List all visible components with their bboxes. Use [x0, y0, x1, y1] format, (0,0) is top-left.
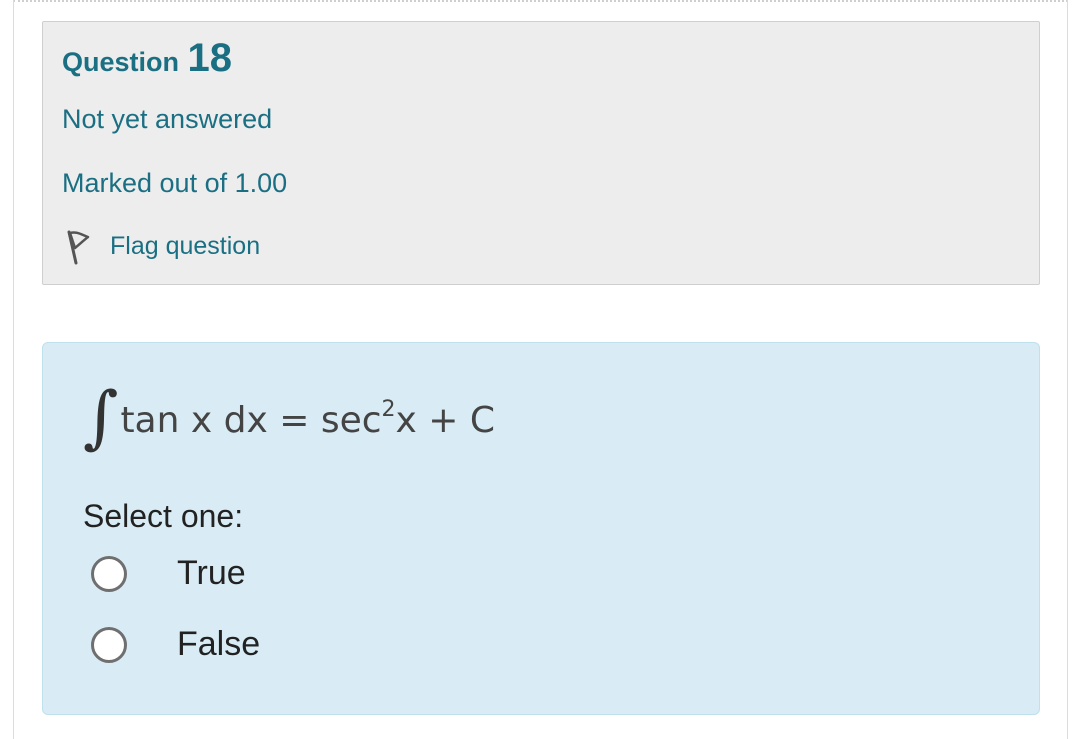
page-top-border	[13, 0, 1068, 3]
integral-sign: ∫	[83, 378, 119, 457]
question-title: Question 18	[62, 36, 232, 81]
formula-exponent: 2	[381, 397, 396, 422]
answer-option-true[interactable]: True	[91, 554, 246, 593]
question-label: Question	[62, 47, 180, 77]
question-grade: Marked out of 1.00	[62, 168, 288, 198]
flag-question-link[interactable]: Flag question	[65, 227, 260, 265]
formula-expression: tan x dx = sec2x + C	[120, 399, 495, 453]
answer-option-false[interactable]: False	[91, 625, 260, 664]
page-right-border	[1067, 0, 1068, 739]
page-left-border	[13, 0, 14, 739]
formula-left: tan x dx = sec	[120, 400, 382, 441]
quiz-page: Question 18 Not yet answered Marked out …	[0, 0, 1080, 739]
question-state: Not yet answered	[62, 104, 273, 134]
radio-button-true[interactable]	[91, 555, 127, 592]
question-number: 18	[187, 36, 232, 80]
formula-right: x + C	[395, 400, 496, 441]
question-formula: ∫ tan x dx = sec2x + C	[83, 383, 495, 453]
flag-question-label: Flag question	[110, 231, 261, 260]
answer-prompt: Select one:	[83, 498, 244, 534]
answer-label-false[interactable]: False	[177, 625, 260, 664]
question-content-panel: ∫ tan x dx = sec2x + C Select one: True …	[42, 342, 1040, 715]
answer-label-true[interactable]: True	[177, 554, 246, 593]
flag-icon	[67, 230, 90, 265]
question-info-panel: Question 18 Not yet answered Marked out …	[42, 21, 1040, 285]
radio-button-false[interactable]	[91, 626, 127, 663]
